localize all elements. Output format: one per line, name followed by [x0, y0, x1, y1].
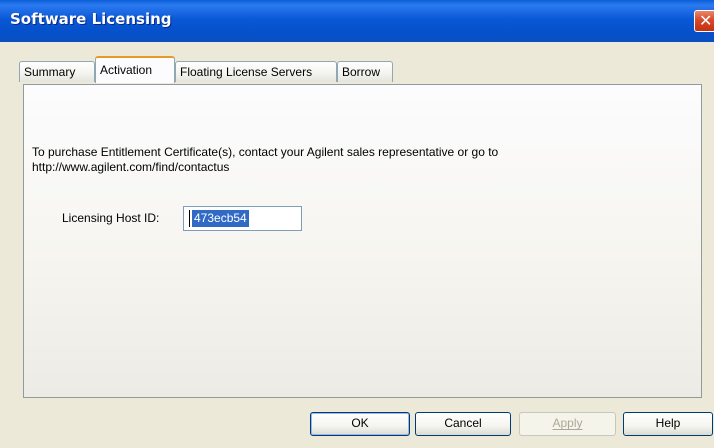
- cancel-button-label: Cancel: [444, 416, 482, 430]
- tab-floating-license-servers[interactable]: Floating License Servers: [175, 61, 337, 82]
- apply-button-label: Apply: [552, 416, 583, 430]
- close-icon: ✕: [699, 11, 713, 30]
- tab-activation-label: Activation: [100, 63, 153, 77]
- contact-url-text: http://www.agilent.com/find/contactus: [32, 160, 230, 174]
- tab-floating-license-servers-label: Floating License Servers: [180, 65, 313, 79]
- purchase-instructions-text: To purchase Entitlement Certificate(s), …: [32, 145, 499, 159]
- help-button[interactable]: Help: [623, 412, 713, 436]
- tab-summary[interactable]: Summary: [19, 61, 95, 82]
- text-caret: [189, 210, 190, 227]
- apply-button[interactable]: Apply: [519, 412, 616, 436]
- cancel-button[interactable]: Cancel: [415, 412, 511, 436]
- window-title: Software Licensing: [10, 10, 172, 28]
- licensing-host-id-field[interactable]: 473ecb54: [183, 206, 302, 231]
- close-button[interactable]: ✕: [694, 10, 714, 32]
- ok-button-label: OK: [351, 416, 369, 430]
- tab-summary-label: Summary: [24, 65, 76, 79]
- title-bar[interactable]: Software Licensing ✕: [0, 0, 714, 42]
- help-button-label: Help: [655, 416, 681, 430]
- ok-button[interactable]: OK: [310, 412, 410, 436]
- licensing-host-id-label: Licensing Host ID:: [62, 211, 160, 225]
- tab-activation[interactable]: Activation: [95, 56, 175, 83]
- tab-borrow[interactable]: Borrow: [337, 61, 393, 82]
- activation-panel: To purchase Entitlement Certificate(s), …: [23, 84, 702, 398]
- software-licensing-dialog: Software Licensing ✕ Summary Activation …: [0, 0, 714, 448]
- licensing-host-id-value: 473ecb54: [192, 210, 249, 227]
- tab-borrow-label: Borrow: [342, 65, 381, 79]
